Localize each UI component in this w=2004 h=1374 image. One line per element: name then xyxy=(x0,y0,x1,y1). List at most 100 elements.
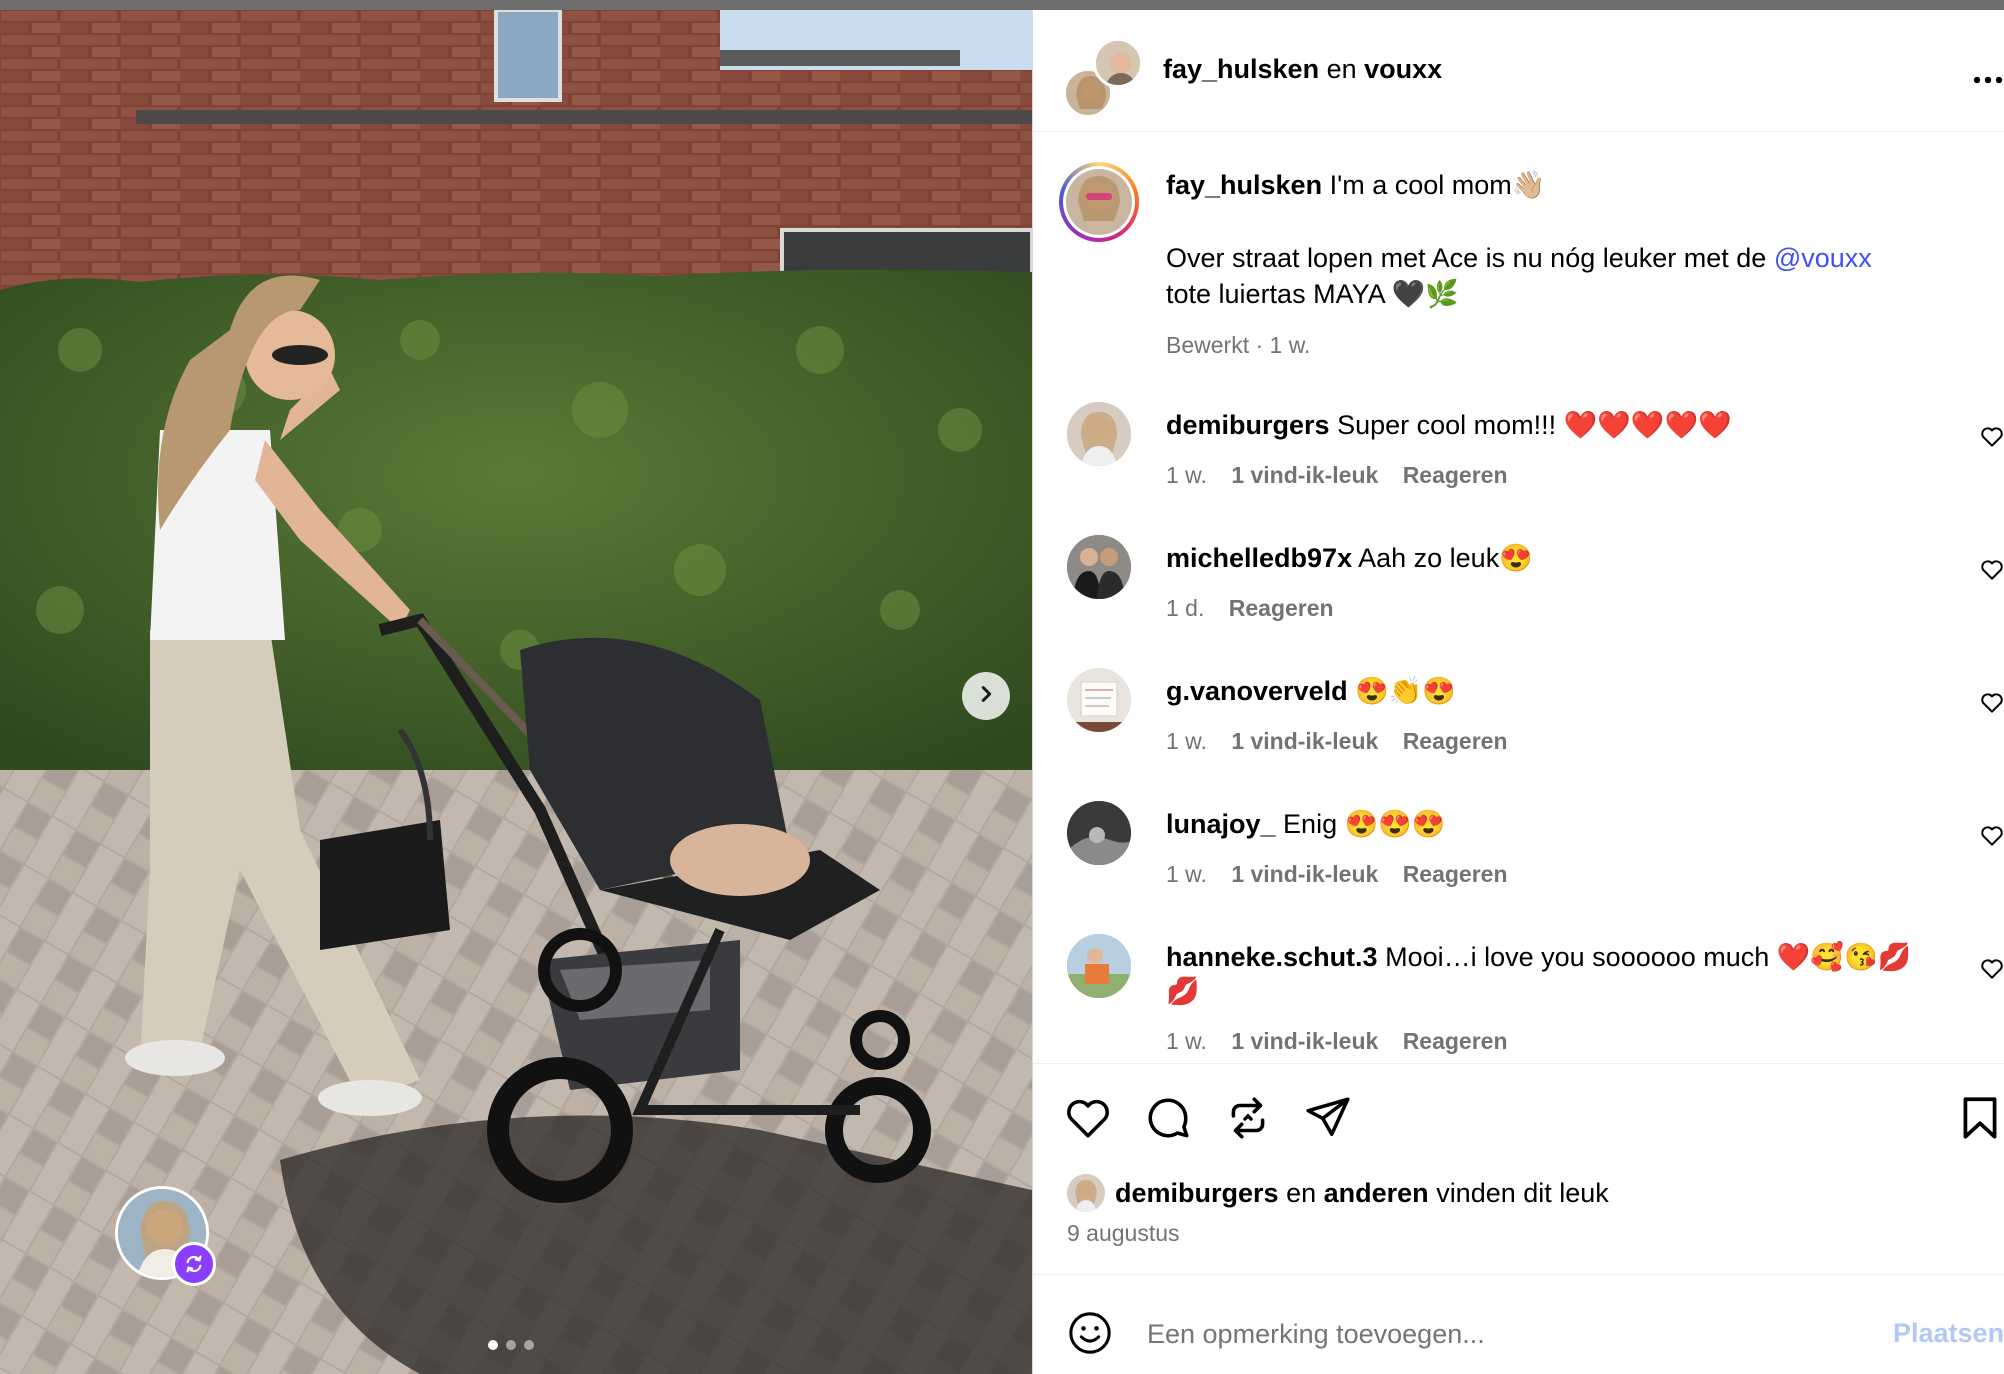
carousel-dot xyxy=(506,1340,516,1350)
repost-button[interactable] xyxy=(1223,1093,1273,1143)
post-date[interactable]: 9 augustus xyxy=(1067,1216,1180,1250)
comment-username[interactable]: g.vanoverveld xyxy=(1166,676,1348,706)
comment-like-button[interactable] xyxy=(1979,956,2004,982)
caption-text-line3: tote luiertas MAYA 🖤🌿 xyxy=(1166,279,1459,309)
commenter-avatar[interactable] xyxy=(1067,934,1131,998)
coauthor-username[interactable]: vouxx xyxy=(1364,54,1442,84)
commenter-avatar[interactable] xyxy=(1067,668,1131,732)
comment-meta: 1 w. 1 vind-ik-leuk Reageren xyxy=(1166,1024,1508,1058)
comment-body: hanneke.schut.3 Mooi…i love you soooooo … xyxy=(1166,940,1911,974)
comment-text: Enig 😍😍😍 xyxy=(1283,809,1446,839)
liker-avatar[interactable] xyxy=(1067,1174,1105,1212)
comment-username[interactable]: hanneke.schut.3 xyxy=(1166,942,1378,972)
heart-icon xyxy=(1979,693,2004,720)
comment-text: Mooi…i love you soooooo much ❤️🥰😘💋 xyxy=(1385,942,1912,972)
comment-icon xyxy=(1143,1098,1193,1147)
comment-reply-button[interactable]: Reageren xyxy=(1229,595,1334,621)
heart-icon xyxy=(1979,959,2004,986)
commenter-avatar[interactable] xyxy=(1067,801,1131,865)
more-horizontal-icon xyxy=(1973,58,2003,91)
caption-author-avatar[interactable] xyxy=(1059,162,1139,242)
liker-username[interactable]: demiburgers xyxy=(1115,1178,1279,1208)
emoji-button[interactable] xyxy=(1067,1310,1113,1356)
photo-illustration xyxy=(0,10,1032,1374)
collab-badge-icon xyxy=(172,1242,216,1286)
comment-meta: 1 w. 1 vind-ik-leuk Reageren xyxy=(1166,857,1508,891)
post-header-title: fay_hulsken en vouxx xyxy=(1163,52,1442,86)
comment-likes[interactable]: 1 vind-ik-leuk xyxy=(1231,861,1378,887)
comment-like-button[interactable] xyxy=(1979,690,2004,716)
comment-time[interactable]: 1 d. xyxy=(1166,595,1204,621)
comment-meta: 1 w. 1 vind-ik-leuk Reageren xyxy=(1166,724,1508,758)
comment-time[interactable]: 1 w. xyxy=(1166,861,1207,887)
comment-body: g.vanoverveld 😍👏😍 xyxy=(1166,674,1456,708)
caption-mention-link[interactable]: @vouxx xyxy=(1774,243,1872,273)
comment-button[interactable] xyxy=(1143,1093,1193,1143)
likes-conjunction: en xyxy=(1286,1178,1317,1208)
carousel-next-button[interactable] xyxy=(962,672,1010,720)
comment-time[interactable]: 1 w. xyxy=(1166,728,1207,754)
comment-text: 😍👏😍 xyxy=(1355,676,1456,706)
bookmark-icon xyxy=(1955,1097,2004,1147)
input-divider xyxy=(1033,1274,2004,1275)
likes-summary: demiburgers en anderen vinden dit leuk xyxy=(1115,1176,1609,1210)
comment-like-button[interactable] xyxy=(1979,823,2004,849)
comment-meta: 1 d. Reageren xyxy=(1166,591,1334,625)
comment-body: michelledb97x Aah zo leuk😍 xyxy=(1166,541,1533,575)
comment-reply-button[interactable]: Reageren xyxy=(1403,728,1508,754)
comment-likes[interactable]: 1 vind-ik-leuk xyxy=(1231,728,1378,754)
heart-icon xyxy=(1063,1099,1113,1147)
comment-input[interactable] xyxy=(1145,1310,1789,1358)
comment-text: Aah zo leuk😍 xyxy=(1358,543,1533,573)
post-comment-button[interactable]: Plaatsen xyxy=(1893,1316,2004,1350)
comment-like-button[interactable] xyxy=(1979,424,2004,450)
comment-text-continued: 💋 xyxy=(1166,976,1200,1006)
coauthor-avatar[interactable] xyxy=(1093,38,1143,88)
share-button[interactable] xyxy=(1303,1093,1353,1143)
post-details-panel: fay_hulsken en vouxx fay_hulsken I'm a c… xyxy=(1033,10,2004,1374)
comment-username[interactable]: demiburgers xyxy=(1166,410,1330,440)
comment-likes[interactable]: 1 vind-ik-leuk xyxy=(1231,462,1378,488)
send-icon xyxy=(1303,1097,1353,1147)
comment-username[interactable]: lunajoy_ xyxy=(1166,809,1276,839)
chevron-right-icon xyxy=(975,683,997,710)
likes-suffix: vinden dit leuk xyxy=(1436,1178,1609,1208)
comment-time[interactable]: 1 w. xyxy=(1166,462,1207,488)
author-username[interactable]: fay_hulsken xyxy=(1163,54,1319,84)
comment-reply-button[interactable]: Reageren xyxy=(1403,861,1508,887)
post-photo xyxy=(0,10,1032,1374)
caption-second-line: Over straat lopen met Ace is nu nóg leuk… xyxy=(1166,241,1872,275)
heart-icon xyxy=(1979,560,2004,587)
repost-icon xyxy=(1223,1097,1273,1147)
comment-likes[interactable]: 1 vind-ik-leuk xyxy=(1231,1028,1378,1054)
carousel-dot xyxy=(524,1340,534,1350)
comment-meta: 1 w. 1 vind-ik-leuk Reageren xyxy=(1166,458,1508,492)
carousel-dots xyxy=(488,1340,534,1350)
comment-body: demiburgers Super cool mom!!! ❤️❤️❤️❤️❤️ xyxy=(1166,408,1732,442)
comment-like-button[interactable] xyxy=(1979,557,2004,583)
caption-text-line2: Over straat lopen met Ace is nu nóg leuk… xyxy=(1166,243,1767,273)
emoji-icon xyxy=(1067,1312,1113,1360)
like-button[interactable] xyxy=(1063,1093,1113,1143)
caption-first-line: fay_hulsken I'm a cool mom👋🏼 xyxy=(1166,168,1545,202)
action-divider xyxy=(1033,1063,2004,1064)
header-conjunction: en xyxy=(1326,54,1357,84)
caption-meta: Bewerkt · 1 w. xyxy=(1166,332,1311,358)
comment-reply-button[interactable]: Reageren xyxy=(1403,1028,1508,1054)
comment-time[interactable]: 1 w. xyxy=(1166,1028,1207,1054)
likes-others-link[interactable]: anderen xyxy=(1324,1178,1429,1208)
post-header: fay_hulsken en vouxx xyxy=(1033,10,2004,132)
comment-text: Super cool mom!!! ❤️❤️❤️❤️❤️ xyxy=(1337,410,1732,440)
save-button[interactable] xyxy=(1955,1093,2004,1143)
window-top-bar xyxy=(0,0,2004,10)
heart-icon xyxy=(1979,427,2004,454)
commenter-avatar[interactable] xyxy=(1067,402,1131,466)
comment-username[interactable]: michelledb97x xyxy=(1166,543,1352,573)
more-options-button[interactable] xyxy=(1973,58,2003,92)
caption-username[interactable]: fay_hulsken xyxy=(1166,170,1322,200)
comment-reply-button[interactable]: Reageren xyxy=(1403,462,1508,488)
caption-text-line1: I'm a cool mom👋🏼 xyxy=(1329,170,1546,200)
comment-body: lunajoy_ Enig 😍😍😍 xyxy=(1166,807,1445,841)
commenter-avatar[interactable] xyxy=(1067,535,1131,599)
heart-icon xyxy=(1979,826,2004,853)
